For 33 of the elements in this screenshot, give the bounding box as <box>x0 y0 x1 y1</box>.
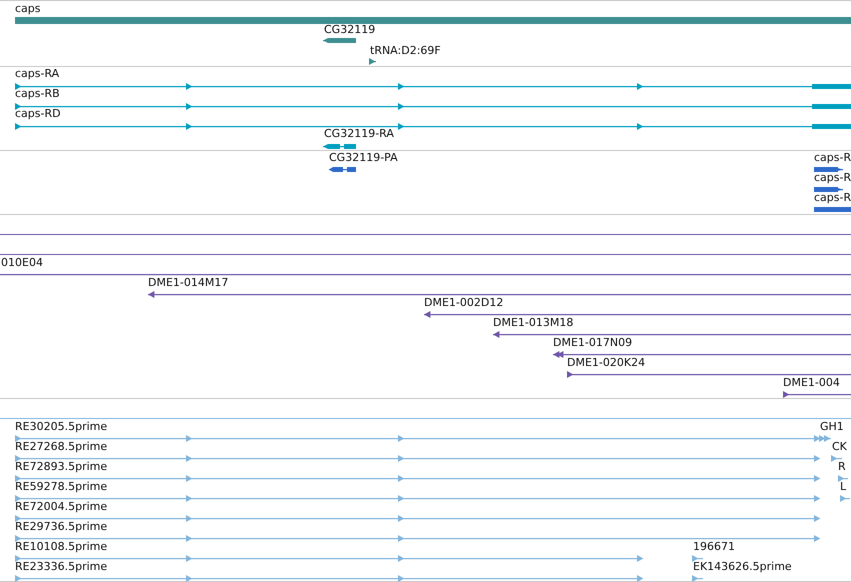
feature-label: L <box>840 481 846 493</box>
feature-label: RE59278.5prime <box>15 481 108 493</box>
feature-label: DME1-013M18 <box>493 317 574 329</box>
feature-label: RE72004.5prime <box>15 501 108 513</box>
feature-label: caps-RD <box>15 108 61 120</box>
feature-label: caps <box>15 3 41 15</box>
feature-label: CG32119-PA <box>329 152 398 164</box>
feature-label: caps-R <box>814 192 851 204</box>
feature-label: DME1-014M17 <box>148 277 228 289</box>
feature-label: caps-R <box>814 172 851 184</box>
feature-label: RE30205.5prime <box>15 421 108 433</box>
feature-label: DME1-002D12 <box>424 297 504 309</box>
feature-label: tRNA:D2:69F <box>370 45 441 57</box>
feature-label: CG32119 <box>324 24 376 36</box>
feature-label: RE27268.5prime <box>15 441 108 453</box>
feature-label: CG32119-RA <box>324 128 394 140</box>
feature-label: DME1-020K24 <box>567 357 646 369</box>
feature-label: RE72893.5prime <box>15 461 108 473</box>
feature-label: caps-RA <box>15 68 60 80</box>
feature-label: R <box>838 461 846 473</box>
protein-drawing <box>814 206 851 212</box>
feature-label: DME1-017N09 <box>553 337 632 349</box>
feature-label: RE10108.5prime <box>15 541 108 553</box>
feature-label: CK <box>832 441 847 453</box>
feature-label: GH1 <box>820 421 844 433</box>
feature-label: EK143626.5prime <box>693 561 792 573</box>
feature-label: RE29736.5prime <box>15 521 108 533</box>
feature-label: RE23336.5prime <box>15 561 108 573</box>
feature-label: 196671 <box>693 541 735 553</box>
feature-label: 010E04 <box>1 257 43 269</box>
feature-label: caps-RB <box>15 88 60 100</box>
feature-label: caps-R <box>814 152 851 164</box>
feature-label: DME1-004 <box>783 377 840 389</box>
